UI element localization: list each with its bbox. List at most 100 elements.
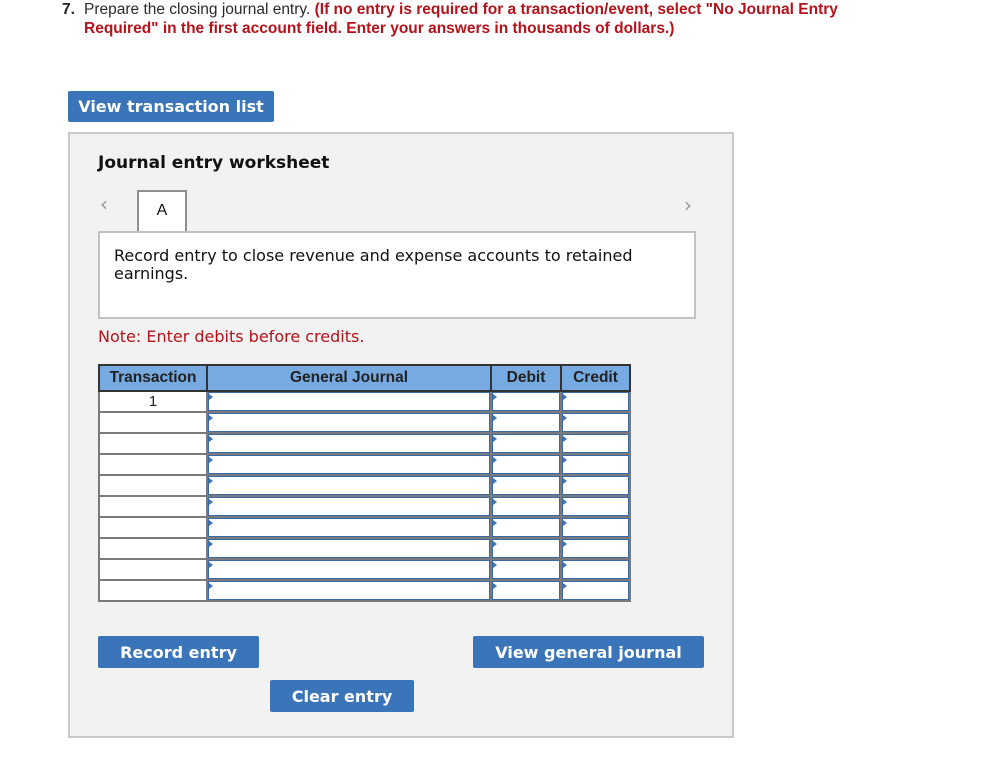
question-prompt: 7. Prepare the closing journal entry. (If… — [62, 0, 962, 38]
account-field[interactable] — [208, 476, 490, 495]
transaction-cell — [98, 516, 208, 539]
credit-field-cell — [560, 516, 631, 539]
debit-field-cell — [490, 537, 562, 560]
account-field-cell — [206, 495, 492, 518]
header-general-journal: General Journal — [206, 364, 492, 392]
credit-field-cell — [560, 474, 631, 497]
view-transaction-list-button[interactable]: View transaction list — [68, 91, 274, 122]
table-row — [98, 537, 631, 560]
debit-field[interactable] — [492, 413, 560, 432]
debit-field[interactable] — [492, 560, 560, 579]
chevron-right-icon[interactable]: › — [684, 193, 692, 217]
credit-field[interactable] — [562, 392, 629, 411]
debit-field[interactable] — [492, 581, 560, 600]
record-entry-button[interactable]: Record entry — [98, 636, 259, 668]
worksheet-title: Journal entry worksheet — [98, 153, 330, 173]
credit-field[interactable] — [562, 539, 629, 558]
transaction-cell — [98, 411, 208, 434]
question-instruction-1: (If no entry is required for a transacti… — [314, 1, 838, 18]
debit-field-cell — [490, 516, 562, 539]
account-field[interactable] — [208, 560, 490, 579]
transaction-cell — [98, 453, 208, 476]
debit-field-cell — [490, 558, 562, 581]
account-field[interactable] — [208, 518, 490, 537]
table-row — [98, 432, 631, 455]
question-number: 7. — [62, 1, 75, 18]
journal-table: Transaction General Journal Debit Credit… — [98, 364, 631, 602]
account-field[interactable] — [208, 581, 490, 600]
debit-field[interactable] — [492, 518, 560, 537]
credit-field[interactable] — [562, 455, 629, 474]
journal-table-header: Transaction General Journal Debit Credit — [98, 364, 631, 392]
account-field-cell — [206, 432, 492, 455]
chevron-left-icon[interactable]: ‹ — [100, 192, 108, 216]
transaction-cell — [98, 537, 208, 560]
credit-field-cell — [560, 411, 631, 434]
debit-field-cell — [490, 390, 562, 413]
credit-field-cell — [560, 432, 631, 455]
debit-field[interactable] — [492, 497, 560, 516]
account-field-cell — [206, 453, 492, 476]
credit-field[interactable] — [562, 413, 629, 432]
entry-description: Record entry to close revenue and expens… — [98, 231, 696, 319]
header-transaction: Transaction — [98, 364, 208, 392]
question-text: Prepare the closing journal entry. — [84, 1, 311, 18]
entry-note: Note: Enter debits before credits. — [98, 327, 365, 346]
credit-field[interactable] — [562, 476, 629, 495]
view-general-journal-button[interactable]: View general journal — [473, 636, 704, 668]
debit-field[interactable] — [492, 392, 560, 411]
clear-entry-button[interactable]: Clear entry — [270, 680, 414, 712]
credit-field-cell — [560, 453, 631, 476]
account-field[interactable] — [208, 392, 490, 411]
debit-field-cell — [490, 411, 562, 434]
credit-field[interactable] — [562, 434, 629, 453]
table-row — [98, 516, 631, 539]
table-row — [98, 474, 631, 497]
table-row — [98, 579, 631, 602]
transaction-cell — [98, 474, 208, 497]
credit-field-cell — [560, 579, 631, 602]
account-field-cell — [206, 390, 492, 413]
credit-field-cell — [560, 495, 631, 518]
tab-a[interactable]: A — [137, 190, 187, 232]
account-field[interactable] — [208, 413, 490, 432]
debit-field-cell — [490, 453, 562, 476]
account-field[interactable] — [208, 434, 490, 453]
credit-field[interactable] — [562, 518, 629, 537]
debit-field[interactable] — [492, 476, 560, 495]
table-row — [98, 558, 631, 581]
header-debit: Debit — [490, 364, 562, 392]
debit-field-cell — [490, 432, 562, 455]
debit-field[interactable] — [492, 539, 560, 558]
credit-field[interactable] — [562, 497, 629, 516]
transaction-cell — [98, 579, 208, 602]
credit-field[interactable] — [562, 581, 629, 600]
account-field[interactable] — [208, 539, 490, 558]
table-row — [98, 495, 631, 518]
debit-field-cell — [490, 495, 562, 518]
transaction-cell: 1 — [98, 390, 208, 413]
account-field-cell — [206, 537, 492, 560]
credit-field[interactable] — [562, 560, 629, 579]
table-row — [98, 453, 631, 476]
table-row: 1 — [98, 390, 631, 413]
header-credit: Credit — [560, 364, 631, 392]
transaction-cell — [98, 495, 208, 518]
account-field[interactable] — [208, 497, 490, 516]
debit-field[interactable] — [492, 434, 560, 453]
debit-field-cell — [490, 474, 562, 497]
account-field-cell — [206, 411, 492, 434]
credit-field-cell — [560, 558, 631, 581]
debit-field[interactable] — [492, 455, 560, 474]
account-field-cell — [206, 558, 492, 581]
transaction-cell — [98, 432, 208, 455]
account-field-cell — [206, 516, 492, 539]
transaction-cell — [98, 558, 208, 581]
account-field-cell — [206, 579, 492, 602]
question-instruction-2: Required" in the first account field. En… — [84, 20, 675, 37]
debit-field-cell — [490, 579, 562, 602]
account-field[interactable] — [208, 455, 490, 474]
table-row — [98, 411, 631, 434]
credit-field-cell — [560, 537, 631, 560]
account-field-cell — [206, 474, 492, 497]
